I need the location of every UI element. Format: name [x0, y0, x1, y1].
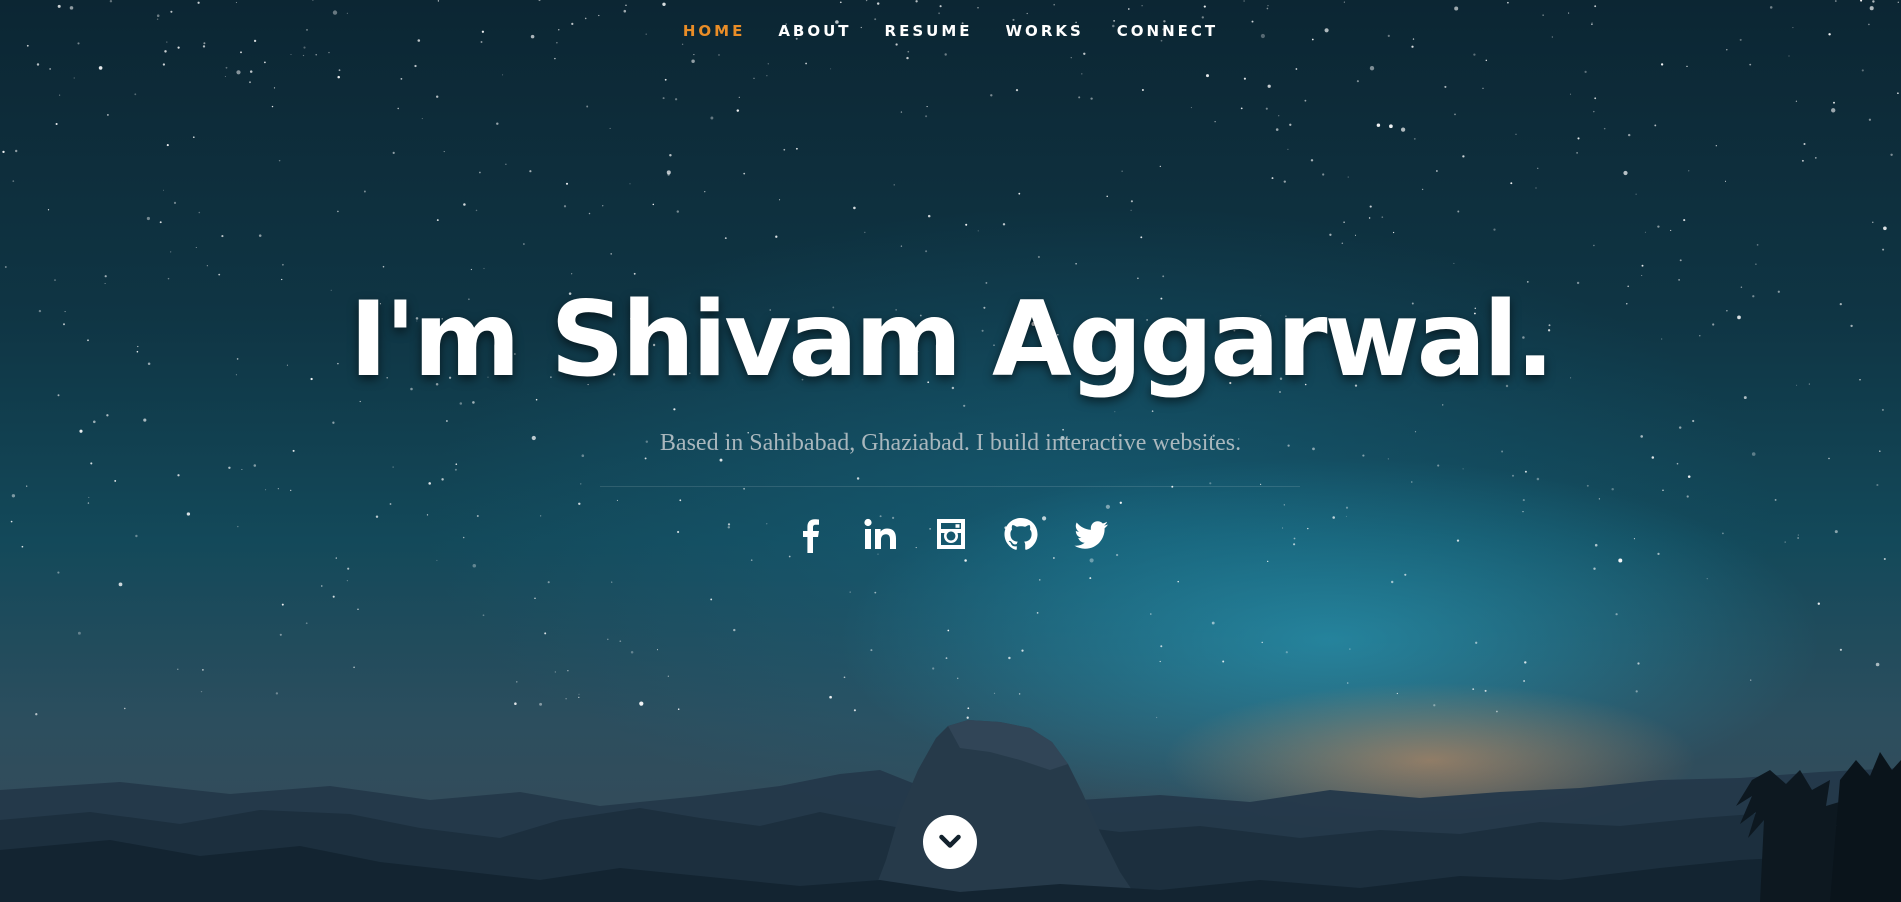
scroll-down-button[interactable] — [923, 815, 977, 869]
hero-title: I'm Shivam Aggarwal. — [349, 280, 1554, 400]
instagram-link[interactable] — [933, 515, 969, 553]
nav-item-home[interactable]: HOME — [683, 22, 745, 40]
linkedin-icon — [863, 518, 896, 549]
nav-item-about[interactable]: ABOUT — [778, 22, 851, 40]
linkedin-link[interactable] — [863, 515, 899, 553]
chevron-down-icon — [939, 834, 961, 848]
github-icon — [1004, 518, 1037, 550]
nav-item-resume[interactable]: RESUME — [885, 22, 973, 40]
nav-item-works[interactable]: WORKS — [1006, 22, 1084, 40]
social-links — [0, 515, 1901, 553]
hero-section: HOME ABOUT RESUME WORKS CONNECT I'm Shiv… — [0, 0, 1901, 902]
hero-subtitle: Based in Sahibabad, Ghaziabad. I build i… — [659, 430, 1242, 456]
github-link[interactable] — [1003, 515, 1039, 553]
facebook-link[interactable] — [793, 515, 829, 553]
nav-item-connect[interactable]: CONNECT — [1117, 22, 1218, 40]
twitter-link[interactable] — [1073, 515, 1109, 553]
facebook-icon — [802, 519, 819, 553]
twitter-icon — [1073, 521, 1108, 549]
main-nav: HOME ABOUT RESUME WORKS CONNECT — [0, 0, 1901, 62]
hero-divider — [600, 486, 1300, 487]
instagram-icon — [936, 519, 965, 549]
